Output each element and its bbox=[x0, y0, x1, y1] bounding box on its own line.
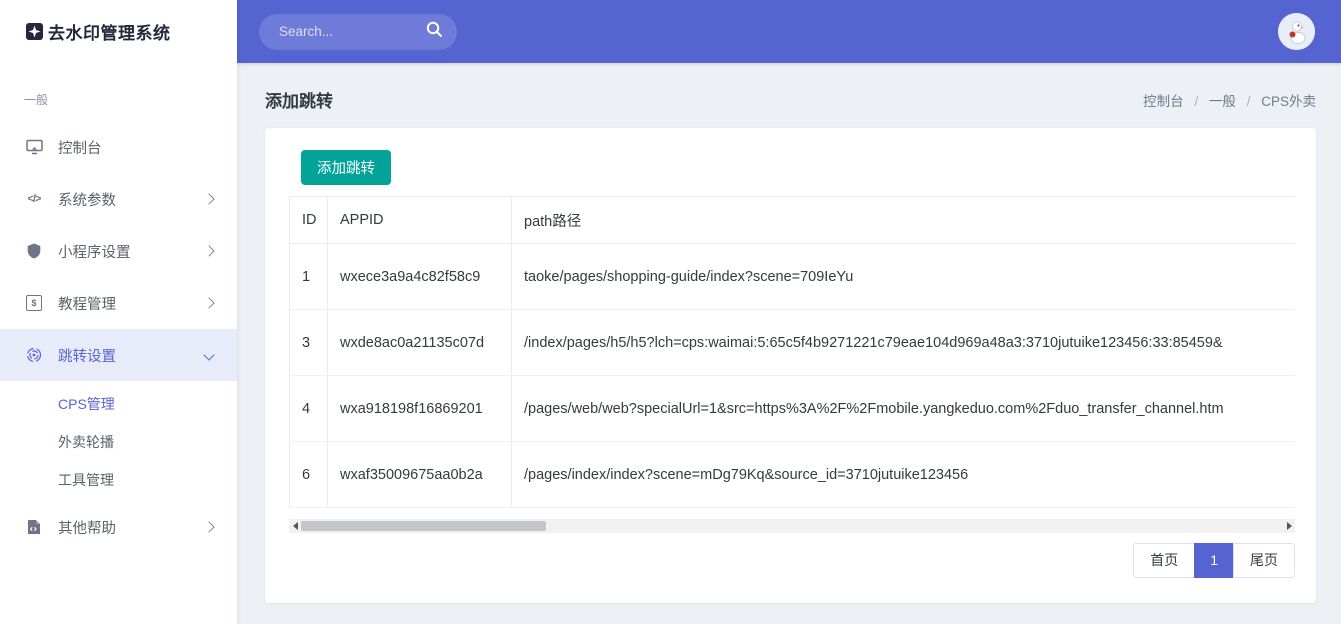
shield-icon bbox=[24, 243, 44, 259]
cell-appid: wxece3a9a4c82f58c9 bbox=[328, 244, 512, 310]
cell-path: /pages/web/web?specialUrl=1&src=https%3A… bbox=[512, 376, 1296, 442]
pagination-page-1[interactable]: 1 bbox=[1194, 543, 1234, 578]
cell-id: 6 bbox=[290, 442, 328, 508]
cell-path: taoke/pages/shopping-guide/index?scene=7… bbox=[512, 244, 1296, 310]
pagination-last-button[interactable]: 尾页 bbox=[1233, 543, 1295, 578]
breadcrumb-separator: / bbox=[1247, 94, 1251, 109]
brand-title: 去水印管理系统 bbox=[48, 19, 171, 44]
breadcrumb: 控制台 / 一般 / CPS外卖 bbox=[1143, 90, 1316, 110]
breadcrumb-item-general[interactable]: 一般 bbox=[1209, 94, 1236, 109]
scroll-right-arrow[interactable] bbox=[1283, 519, 1295, 533]
brand: 去水印管理系统 bbox=[0, 0, 237, 63]
main-content: 添加跳转 控制台 / 一般 / CPS外卖 添加跳转 ID APPID path… bbox=[237, 63, 1341, 624]
cell-appid: wxde8ac0a21135c07d bbox=[328, 310, 512, 376]
cell-id: 3 bbox=[290, 310, 328, 376]
avatar[interactable] bbox=[1278, 13, 1315, 50]
topbar bbox=[237, 0, 1341, 63]
cell-id: 1 bbox=[290, 244, 328, 310]
breadcrumb-item-cps-waimai: CPS外卖 bbox=[1261, 94, 1316, 109]
sidebar-item-label: 教程管理 bbox=[58, 293, 205, 314]
sidebar-subitem-waimai-carousel[interactable]: 外卖轮播 bbox=[0, 423, 237, 461]
sidebar-item-console[interactable]: 控制台 bbox=[0, 121, 237, 173]
chevron-right-icon bbox=[203, 521, 214, 532]
monitor-icon bbox=[24, 139, 44, 155]
table-wrapper: ID APPID path路径 1 wxece3a9a4c82f58c9 tao… bbox=[289, 196, 1295, 508]
scrollbar-thumb[interactable] bbox=[301, 521, 546, 531]
brand-logo-icon bbox=[25, 22, 44, 41]
table-row: 6 wxaf35009675aa0b2a /pages/index/index?… bbox=[290, 442, 1296, 508]
sidebar-item-miniprogram-settings[interactable]: 小程序设置 bbox=[0, 225, 237, 277]
sidebar-item-label: 小程序设置 bbox=[58, 241, 205, 262]
sidebar-menu: 控制台 </> 系统参数 小程序设置 $ 教程管理 bbox=[0, 121, 237, 553]
column-header-path: path路径 bbox=[512, 197, 1296, 244]
dollar-square-icon: $ bbox=[24, 295, 44, 311]
table-row: 4 wxa918198f16869201 /pages/web/web?spec… bbox=[290, 376, 1296, 442]
cell-appid: wxaf35009675aa0b2a bbox=[328, 442, 512, 508]
sidebar-item-redirect-settings[interactable]: 跳转设置 bbox=[0, 329, 237, 381]
table-row: 3 wxde8ac0a21135c07d /index/pages/h5/h5?… bbox=[290, 310, 1296, 376]
search-icon[interactable] bbox=[426, 21, 443, 43]
chevron-right-icon bbox=[203, 297, 214, 308]
page-title: 添加跳转 bbox=[265, 87, 333, 112]
chevron-down-icon bbox=[203, 349, 214, 360]
column-header-appid: APPID bbox=[328, 197, 512, 244]
cell-appid: wxa918198f16869201 bbox=[328, 376, 512, 442]
search-input[interactable] bbox=[277, 23, 418, 40]
file-code-icon bbox=[24, 519, 44, 535]
code-icon: </> bbox=[24, 193, 44, 205]
sidebar-item-other-help[interactable]: 其他帮助 bbox=[0, 501, 237, 553]
chevron-right-icon bbox=[203, 193, 214, 204]
cell-path: /pages/index/index?scene=mDg79Kq&source_… bbox=[512, 442, 1296, 508]
sidebar-subitem-tool-management[interactable]: 工具管理 bbox=[0, 461, 237, 499]
column-header-id: ID bbox=[290, 197, 328, 244]
sidebar: 去水印管理系统 一般 控制台 </> 系统参数 bbox=[0, 0, 237, 624]
add-redirect-button[interactable]: 添加跳转 bbox=[301, 150, 391, 185]
table-row: 1 wxece3a9a4c82f58c9 taoke/pages/shoppin… bbox=[290, 244, 1296, 310]
content-card: 添加跳转 ID APPID path路径 1 wxece3a9a4c82f58c… bbox=[265, 128, 1316, 603]
sidebar-item-label: 系统参数 bbox=[58, 189, 205, 210]
sidebar-submenu: CPS管理 外卖轮播 工具管理 bbox=[0, 381, 237, 501]
table-header-row: ID APPID path路径 bbox=[290, 197, 1296, 244]
scroll-left-arrow[interactable] bbox=[289, 519, 301, 533]
pagination: 首页 1 尾页 bbox=[289, 543, 1295, 578]
breadcrumb-separator: / bbox=[1194, 94, 1198, 109]
menu-section-label: 一般 bbox=[0, 63, 237, 115]
sidebar-item-label: 控制台 bbox=[58, 137, 213, 158]
sidebar-item-label: 跳转设置 bbox=[58, 345, 205, 366]
sidebar-item-system-params[interactable]: </> 系统参数 bbox=[0, 173, 237, 225]
sidebar-item-tutorial-management[interactable]: $ 教程管理 bbox=[0, 277, 237, 329]
page-header: 添加跳转 控制台 / 一般 / CPS外卖 bbox=[237, 63, 1341, 112]
cell-id: 4 bbox=[290, 376, 328, 442]
horizontal-scrollbar[interactable] bbox=[289, 519, 1295, 533]
search-box[interactable] bbox=[259, 14, 457, 50]
sidebar-item-label: 其他帮助 bbox=[58, 517, 205, 538]
cell-path: /index/pages/h5/h5?lch=cps:waimai:5:65c5… bbox=[512, 310, 1296, 376]
pagination-first-button[interactable]: 首页 bbox=[1133, 543, 1195, 578]
redirect-table: ID APPID path路径 1 wxece3a9a4c82f58c9 tao… bbox=[289, 196, 1295, 508]
breadcrumb-item-console[interactable]: 控制台 bbox=[1143, 94, 1184, 109]
chevron-right-icon bbox=[203, 245, 214, 256]
sidebar-subitem-cps-management[interactable]: CPS管理 bbox=[0, 385, 237, 423]
fingerprint-icon bbox=[24, 347, 44, 363]
avatar-image bbox=[1278, 13, 1315, 50]
